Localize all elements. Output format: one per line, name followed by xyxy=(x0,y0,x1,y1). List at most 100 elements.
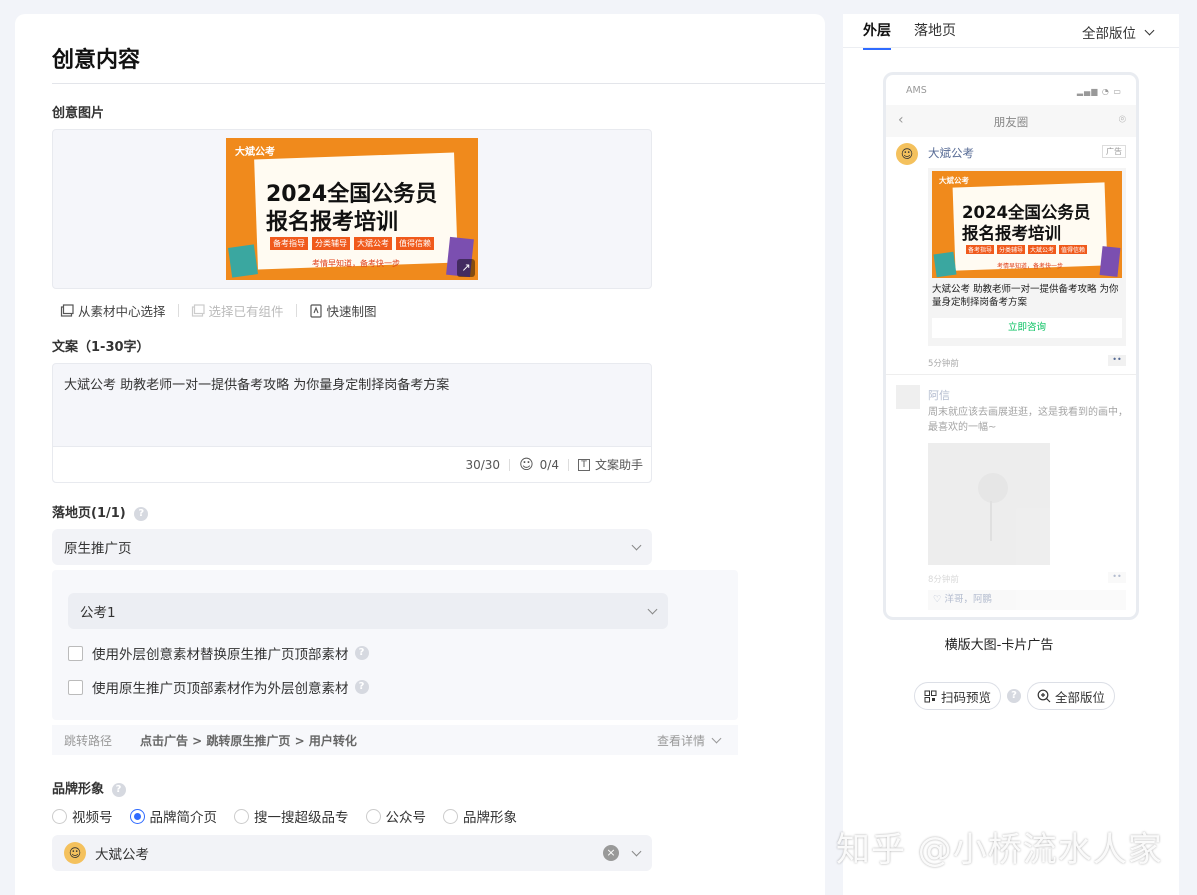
component-icon xyxy=(191,303,205,317)
radio-official-account[interactable]: 公众号 xyxy=(365,806,426,826)
help-icon[interactable]: ? xyxy=(134,506,149,521)
image-library-icon xyxy=(60,303,74,317)
creative-form-panel: 创意内容 创意图片 大斌公考 2024全国公务员 报名报考培训 备考指导 分类辅… xyxy=(15,14,825,895)
radio-circle[interactable] xyxy=(365,808,381,824)
quick-make-button[interactable]: 快速制图 xyxy=(309,301,377,320)
more-dots-icon: •• xyxy=(1108,572,1126,583)
preview-actions: 扫码预览 ? 全部版位 xyxy=(914,682,1116,710)
ad-badge[interactable]: 广告 xyxy=(1102,145,1126,158)
chevron-down-icon xyxy=(1144,25,1155,35)
radio-brand-intro[interactable]: 品牌简介页 xyxy=(129,806,218,826)
camera-icon[interactable]: ⌾ xyxy=(1119,112,1126,127)
ad-avatar: ☺ xyxy=(896,143,918,165)
book-decoration xyxy=(933,251,957,278)
jump-path-bar: 跳转路径 点击广告 > 跳转原生推广页 > 用户转化 查看详情 xyxy=(52,725,738,755)
clear-icon[interactable]: × xyxy=(603,845,619,861)
copy-text-value[interactable]: 大斌公考 助教老师一对一提供备考攻略 为你量身定制择岗备考方案 xyxy=(64,374,449,393)
brand-value-text: 大斌公考 xyxy=(95,847,149,863)
radio-label: 视频号 xyxy=(72,810,113,826)
radio-circle[interactable] xyxy=(129,808,145,824)
sub-landing-select[interactable]: 公考1 xyxy=(68,593,668,629)
copy-textarea[interactable]: 大斌公考 助教老师一对一提供备考攻略 为你量身定制择岗备考方案 30/30 ☺ … xyxy=(52,363,652,483)
radio-search-brand[interactable]: 搜一搜超级品专 xyxy=(234,806,349,826)
path-detail-label: 查看详情 xyxy=(656,733,705,748)
replace-top-checkbox[interactable]: 使用外层创意素材替换原生推广页顶部素材 ? xyxy=(68,643,369,663)
zoom-in-icon xyxy=(1037,689,1051,703)
all-positions-label: 全部版位 xyxy=(1055,689,1106,705)
use-native-top-checkbox[interactable]: 使用原生推广页顶部素材作为外层创意素材 ? xyxy=(68,677,369,697)
radio-label: 搜一搜超级品专 xyxy=(254,810,349,826)
position-select[interactable]: 全部版位 xyxy=(1082,22,1155,42)
radio-video-channel[interactable]: 视频号 xyxy=(52,806,113,826)
phone-preview: AMS ▂▄▆ ◔ ▭ ‹ 朋友圈 ⌾ ☺ 大斌公考 广告 大斌公考 2024全… xyxy=(883,72,1139,620)
divider xyxy=(177,304,179,317)
external-edit-icon[interactable]: ↗ xyxy=(457,259,475,277)
help-icon[interactable]: ? xyxy=(111,782,126,797)
post-image xyxy=(928,443,1050,565)
landing-sub-options: 公考1 使用外层创意素材替换原生推广页顶部素材 ? 使用原生推广页顶部素材作为外… xyxy=(52,570,738,720)
select-component-button[interactable]: 选择已有组件 xyxy=(191,301,284,320)
banner-logo: 大斌公考 xyxy=(939,176,969,185)
ad-card[interactable]: 大斌公考 2024全国公务员 报名报考培训 备考指导 分类辅导 大斌公考 值得信… xyxy=(928,168,1126,346)
radio-brand-image[interactable]: 品牌形象 xyxy=(443,806,517,826)
radio-circle[interactable] xyxy=(234,808,249,824)
copy-helper-button[interactable]: 文案助手 xyxy=(595,456,643,473)
checkbox-label: 使用原生推广页顶部素材作为外层创意素材 xyxy=(92,681,349,697)
brand-label-row: 品牌形象 ? xyxy=(52,778,126,797)
post-time: 8分钟前 xyxy=(928,575,959,585)
image-toolbar: 从素材中心选择 选择已有组件 快速制图 xyxy=(60,301,377,320)
path-detail-link[interactable]: 查看详情 xyxy=(656,732,722,749)
tab-outer[interactable]: 外层 xyxy=(863,20,891,50)
banner-tag: 备考指导 xyxy=(966,245,994,254)
image-upload-box[interactable]: 大斌公考 2024全国公务员 报名报考培训 备考指导 分类辅导 大斌公考 值得信… xyxy=(52,129,652,289)
radio-circle[interactable] xyxy=(52,808,67,824)
help-icon[interactable]: ? xyxy=(354,680,369,694)
checkbox-box[interactable] xyxy=(68,679,83,695)
preview-caption: 横版大图-卡片广告 xyxy=(944,638,1054,653)
watermark: 知乎 @小桥流水人家 xyxy=(836,830,1163,870)
chevron-down-icon[interactable] xyxy=(631,846,642,856)
position-select-value: 全部版位 xyxy=(1082,26,1136,42)
library-select-button[interactable]: 从素材中心选择 xyxy=(60,301,166,320)
banner-logo: 大斌公考 xyxy=(235,147,275,158)
banner-tag: 值得信赖 xyxy=(396,237,434,250)
banner-slogan: 考情早知道，备考快一步 xyxy=(312,259,400,268)
radio-label: 品牌简介页 xyxy=(149,810,218,826)
banner-tag: 值得信赖 xyxy=(1059,245,1087,254)
emoji-count: 0/4 xyxy=(539,457,559,472)
qr-code-icon xyxy=(924,690,937,702)
banner-tags: 备考指导 分类辅导 大斌公考 值得信赖 xyxy=(966,245,1087,254)
banner-slogan: 考情早知道，备考快一步 xyxy=(997,263,1064,270)
cta-button[interactable]: 立即咨询 xyxy=(932,318,1122,338)
banner-tag: 大斌公考 xyxy=(354,237,392,250)
help-icon[interactable]: ? xyxy=(354,646,369,660)
title-divider xyxy=(52,83,825,84)
chevron-down-icon xyxy=(711,733,722,743)
brand-select[interactable]: ☺ 大斌公考 × xyxy=(52,835,652,871)
ad-time: 5分钟前 xyxy=(928,359,959,369)
select-component-label: 选择已有组件 xyxy=(208,304,284,319)
banner-headline-2: 报名报考培训 xyxy=(962,224,1061,243)
scan-preview-label: 扫码预览 xyxy=(941,689,992,705)
scan-preview-button[interactable]: 扫码预览 xyxy=(914,682,1002,710)
all-positions-button[interactable]: 全部版位 xyxy=(1027,682,1116,710)
post-likes: ♡ 洋哥，阿鹏 xyxy=(928,590,1126,610)
feed-divider xyxy=(886,374,1136,375)
text-assistant-icon[interactable]: T xyxy=(577,458,590,471)
tab-landing[interactable]: 落地页 xyxy=(914,20,956,50)
landing-page-select[interactable]: 原生推广页 xyxy=(52,529,652,565)
ad-name: 大斌公考 xyxy=(928,146,974,160)
help-icon[interactable]: ? xyxy=(1007,689,1022,703)
more-dots-icon[interactable]: •• xyxy=(1108,355,1126,366)
book-decoration xyxy=(228,244,258,278)
chevron-down-icon xyxy=(647,604,658,614)
checkbox-box[interactable] xyxy=(68,645,83,661)
creative-banner-image[interactable]: 大斌公考 2024全国公务员 报名报考培训 备考指导 分类辅导 大斌公考 值得信… xyxy=(226,138,478,280)
preview-tabs: 外层 落地页 xyxy=(863,20,979,50)
radio-circle[interactable] xyxy=(443,808,458,824)
chevron-down-icon xyxy=(631,540,642,550)
carrier-label: AMS xyxy=(906,85,927,96)
emoji-icon[interactable]: ☺ xyxy=(519,457,534,473)
chair-shape xyxy=(978,473,1008,503)
brand-select-value: ☺ 大斌公考 xyxy=(64,842,149,864)
